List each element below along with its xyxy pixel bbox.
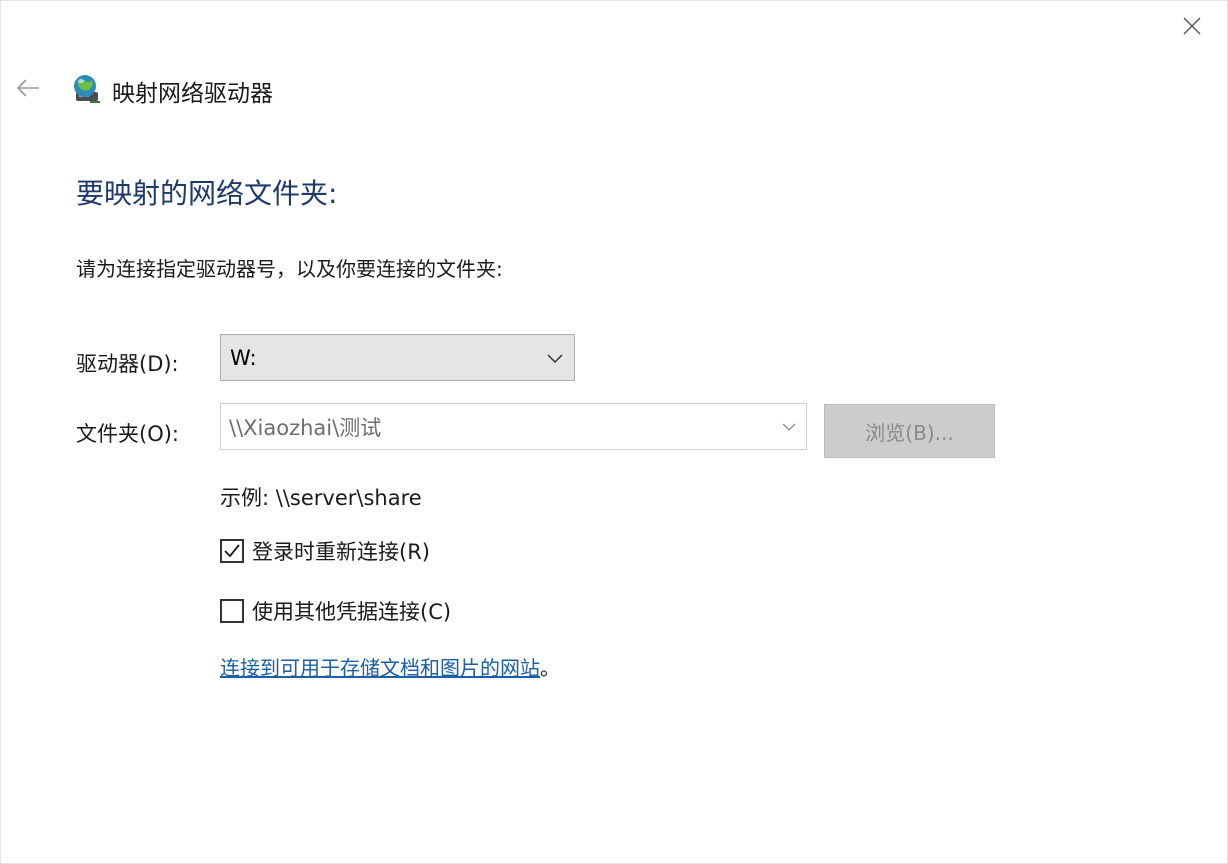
chevron-down-icon bbox=[547, 354, 563, 364]
reconnect-at-signin-option[interactable]: 登录时重新连接(R) bbox=[220, 536, 430, 566]
instruction-text: 请为连接指定驱动器号，以及你要连接的文件夹: bbox=[76, 257, 503, 281]
dialog-title: 映射网络驱动器 bbox=[112, 81, 273, 107]
folder-path-value: \\Xiaozhai\测试 bbox=[229, 415, 382, 440]
back-arrow-icon bbox=[16, 79, 39, 97]
folder-path-input[interactable]: \\Xiaozhai\测试 bbox=[220, 403, 807, 450]
reconnect-label: 登录时重新连接(R) bbox=[252, 540, 430, 564]
network-drive-icon bbox=[74, 75, 100, 103]
back-button[interactable] bbox=[8, 68, 48, 108]
reconnect-checkbox[interactable] bbox=[220, 539, 244, 563]
example-text: 示例: \\server\share bbox=[220, 486, 422, 510]
checkmark-icon bbox=[224, 544, 240, 558]
chevron-down-icon bbox=[782, 423, 796, 431]
drive-label: 驱动器(D): bbox=[76, 352, 179, 376]
folder-label: 文件夹(O): bbox=[76, 422, 179, 446]
drive-letter-select[interactable]: W: bbox=[220, 334, 575, 381]
close-button[interactable] bbox=[1168, 6, 1216, 46]
other-credentials-label: 使用其他凭据连接(C) bbox=[252, 600, 452, 624]
close-icon bbox=[1183, 17, 1201, 35]
other-credentials-option[interactable]: 使用其他凭据连接(C) bbox=[220, 596, 451, 626]
page-heading: 要映射的网络文件夹: bbox=[76, 177, 338, 210]
link-suffix: 。 bbox=[540, 656, 560, 680]
browse-button[interactable]: 浏览(B)... bbox=[824, 404, 995, 458]
website-link-row: 连接到可用于存储文档和图片的网站。 bbox=[220, 652, 560, 681]
other-credentials-checkbox[interactable] bbox=[220, 599, 244, 623]
connect-website-link[interactable]: 连接到可用于存储文档和图片的网站 bbox=[220, 656, 540, 680]
drive-letter-value: W: bbox=[230, 345, 257, 370]
